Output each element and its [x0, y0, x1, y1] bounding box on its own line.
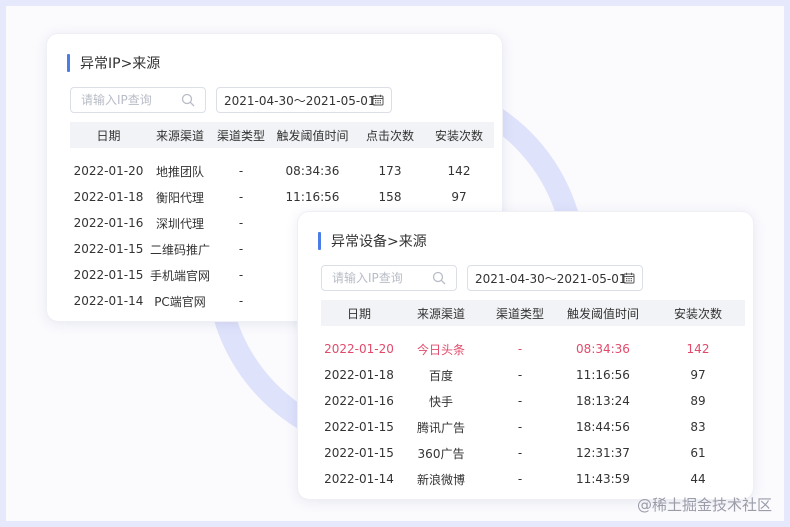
- cell-installs: 142: [447, 164, 471, 178]
- cell-date: 2022-01-14: [324, 472, 394, 486]
- column-header: 渠道类型: [216, 128, 265, 143]
- cell-trigger-time: 18:13:24: [576, 394, 630, 408]
- cell-channel: 手机端官网: [149, 268, 210, 283]
- cell-date: 2022-01-20: [324, 342, 394, 356]
- column-header: 日期: [346, 306, 371, 321]
- cell-date: 2022-01-16: [73, 216, 144, 230]
- table-header-row: 日期 来源渠道 渠道类型 触发阈值时间 安装次数: [321, 300, 745, 326]
- date-range-picker[interactable]: 2021-04-30～2021-05-01: [467, 265, 643, 291]
- ip-search-box[interactable]: [321, 265, 457, 291]
- cell-channel: 百度: [428, 368, 453, 383]
- card-title: 异常IP>来源: [67, 53, 160, 73]
- cell-date: 2022-01-16: [324, 394, 394, 408]
- cell-trigger-time: 11:16:56: [576, 368, 630, 382]
- cell-channel: 深圳代理: [155, 216, 204, 231]
- cell-date: 2022-01-20: [73, 164, 144, 178]
- cell-channel: 衡阳代理: [155, 190, 204, 205]
- cell-installs: 97: [690, 368, 706, 382]
- cell-channel-type: -: [517, 368, 523, 382]
- cell-date: 2022-01-18: [324, 368, 394, 382]
- table-row[interactable]: 2022-01-15 360广告 - 12:31:37 61: [321, 440, 745, 466]
- abnormal-device-card: 异常设备>来源 2021-04-30～2021-05-01: [297, 211, 754, 500]
- watermark: @稀土掘金技术社区: [636, 496, 772, 514]
- cell-channel: 地推团队: [155, 164, 204, 179]
- cell-installs: 142: [686, 342, 710, 356]
- table-row-highlighted[interactable]: 2022-01-20 今日头条 - 08:34:36 142: [321, 336, 745, 362]
- cell-channel-type: -: [238, 268, 244, 282]
- column-header: 安装次数: [673, 306, 722, 321]
- cell-channel: 今日头条: [416, 342, 465, 357]
- device-source-table: 日期 来源渠道 渠道类型 触发阈值时间 安装次数 2022-01-20 今日头条…: [321, 300, 745, 492]
- cell-installs: 61: [690, 446, 706, 460]
- cell-clicks: 158: [378, 190, 402, 204]
- date-range-value: 2021-04-30～2021-05-01: [475, 271, 627, 286]
- column-header: 触发阈值时间: [566, 306, 639, 321]
- cell-channel-type: -: [517, 342, 523, 356]
- column-header: 日期: [96, 128, 121, 143]
- date-range-picker[interactable]: 2021-04-30～2021-05-01: [216, 87, 392, 113]
- column-header: 安装次数: [434, 128, 483, 143]
- cell-channel: 新浪微博: [416, 472, 465, 487]
- ip-search-box[interactable]: [70, 87, 206, 113]
- cell-channel-type: -: [517, 420, 523, 434]
- ip-search-input[interactable]: [332, 271, 432, 285]
- calendar-icon[interactable]: [623, 272, 635, 284]
- cell-channel: 快手: [428, 394, 453, 409]
- cell-channel-type: -: [517, 446, 523, 460]
- cell-installs: 44: [690, 472, 706, 486]
- cell-installs: 83: [690, 420, 706, 434]
- column-header: 来源渠道: [416, 306, 465, 321]
- cell-channel-type: -: [517, 394, 523, 408]
- ip-search-input[interactable]: [81, 93, 181, 107]
- cell-installs: 97: [451, 190, 467, 204]
- cell-channel-type: -: [238, 216, 244, 230]
- card-title: 异常设备>来源: [318, 231, 427, 251]
- cell-channel: PC端官网: [154, 294, 206, 309]
- title-accent-bar: [318, 232, 321, 250]
- card-title-text: 异常IP>来源: [80, 56, 161, 72]
- column-header: 来源渠道: [155, 128, 204, 143]
- cell-trigger-time: 11:16:56: [285, 190, 340, 204]
- canvas: 异常IP>来源 2021-04-30～2021-05-01: [6, 6, 784, 521]
- cell-channel-type: -: [238, 242, 244, 256]
- cell-trigger-time: 11:43:59: [576, 472, 630, 486]
- column-header: 点击次数: [365, 128, 414, 143]
- table-row[interactable]: 2022-01-15 腾讯广告 - 18:44:56 83: [321, 414, 745, 440]
- cell-trigger-time: 12:31:37: [576, 446, 630, 460]
- cell-trigger-time: 08:34:36: [576, 342, 630, 356]
- cell-channel: 腾讯广告: [416, 420, 465, 435]
- cell-date: 2022-01-15: [73, 268, 144, 282]
- cell-channel-type: -: [238, 294, 244, 308]
- cell-channel-type: -: [517, 472, 523, 486]
- column-header: 触发阈值时间: [276, 128, 349, 143]
- table-row[interactable]: 2022-01-14 新浪微博 - 11:43:59 44: [321, 466, 745, 492]
- cell-date: 2022-01-15: [324, 446, 394, 460]
- title-accent-bar: [67, 54, 70, 72]
- search-icon[interactable]: [181, 93, 195, 107]
- cell-trigger-time: 18:44:56: [576, 420, 630, 434]
- table-row[interactable]: 2022-01-18 百度 - 11:16:56 97: [321, 362, 745, 388]
- card-title-text: 异常设备>来源: [331, 234, 427, 250]
- column-header: 渠道类型: [495, 306, 544, 321]
- cell-installs: 89: [690, 394, 706, 408]
- calendar-icon[interactable]: [372, 94, 384, 106]
- cell-clicks: 173: [378, 164, 402, 178]
- cell-date: 2022-01-14: [73, 294, 144, 308]
- cell-trigger-time: 08:34:36: [285, 164, 340, 178]
- search-icon[interactable]: [432, 271, 446, 285]
- cell-date: 2022-01-15: [73, 242, 144, 256]
- table-row[interactable]: 2022-01-18 衡阳代理 - 11:16:56 158 97: [70, 184, 494, 210]
- date-range-value: 2021-04-30～2021-05-01: [224, 93, 376, 108]
- cell-channel-type: -: [238, 190, 244, 204]
- table-row[interactable]: 2022-01-16 快手 - 18:13:24 89: [321, 388, 745, 414]
- cell-date: 2022-01-15: [324, 420, 394, 434]
- table-header-row: 日期 来源渠道 渠道类型 触发阈值时间 点击次数 安装次数: [70, 122, 494, 148]
- cell-channel-type: -: [238, 164, 244, 178]
- table-row[interactable]: 2022-01-20 地推团队 - 08:34:36 173 142: [70, 158, 494, 184]
- cell-channel: 二维码推广: [149, 242, 210, 257]
- cell-channel: 360广告: [417, 446, 465, 461]
- cell-date: 2022-01-18: [73, 190, 144, 204]
